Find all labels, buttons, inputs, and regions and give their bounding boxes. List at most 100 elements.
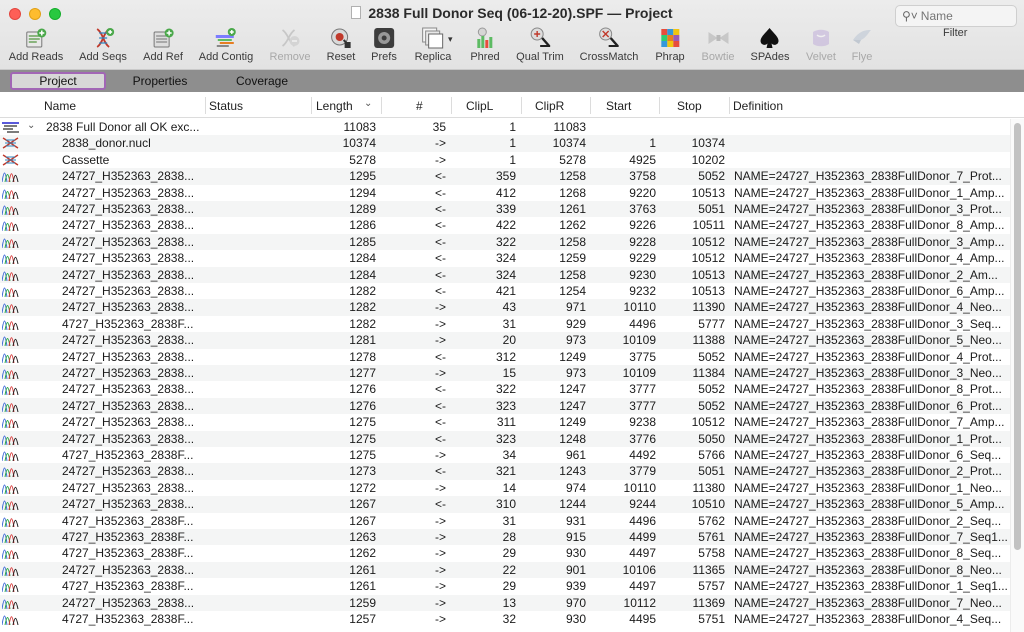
table-row[interactable]: 24727_H352363_2838... 1282 -> 43 971 10110 113… bbox=[0, 299, 1010, 316]
table-row[interactable]: 24727_H352363_2838... 1267 <- 310 1244 9244 10… bbox=[0, 496, 1010, 513]
bowtie-icon bbox=[706, 26, 730, 50]
flye-button[interactable]: Flye bbox=[850, 26, 874, 63]
table-row[interactable]: 24727_H352363_2838... 1284 <- 324 1258 9230 10… bbox=[0, 266, 1010, 283]
cell-length: 5278 bbox=[349, 152, 376, 167]
velvet-button[interactable]: Velvet bbox=[806, 26, 836, 63]
table-row[interactable]: 24727_H352363_2838... 1285 <- 322 1258 9228 10… bbox=[0, 233, 1010, 251]
column-header-status[interactable]: Status bbox=[209, 99, 243, 113]
table-row[interactable]: 24727_H352363_2838... 1276 <- 323 1247 3777 50… bbox=[0, 397, 1010, 415]
chevron-down-icon[interactable]: ⌄ bbox=[364, 98, 372, 109]
table-row[interactable]: 4727_H352363_2838F... 1267 -> 31 931 4496 5762… bbox=[0, 513, 1010, 529]
search-input[interactable] bbox=[920, 9, 1006, 23]
table-row[interactable]: 24727_H352363_2838... 1275 <- 323 1248 3776 50… bbox=[0, 430, 1010, 447]
cell-start: 4497 bbox=[629, 546, 656, 561]
replica-dropdown-icon[interactable]: ▾ bbox=[448, 34, 453, 45]
column-header-stop[interactable]: Stop bbox=[677, 99, 702, 113]
scrollbar-thumb[interactable] bbox=[1014, 123, 1021, 550]
table-row[interactable]: 24727_H352363_2838... 1281 -> 20 973 10109 113… bbox=[0, 332, 1010, 349]
chromatogram-icon bbox=[1, 416, 19, 429]
column-header-start[interactable]: Start bbox=[606, 99, 631, 113]
add-contig-button[interactable]: Add Contig bbox=[199, 26, 253, 63]
table-row[interactable]: 2838_donor.nucl 10374 -> 1 10374 1 10374 bbox=[0, 135, 1010, 152]
add-reads-icon bbox=[24, 26, 48, 50]
toolbar-button-label: Bowtie bbox=[701, 51, 735, 63]
column-divider[interactable] bbox=[590, 97, 591, 114]
disclosure-chevron-icon[interactable]: ⌄ bbox=[27, 120, 35, 131]
table-row[interactable]: 24727_H352363_2838... 1273 <- 321 1243 3779 50… bbox=[0, 463, 1010, 480]
replica-button[interactable]: Replica bbox=[415, 26, 451, 63]
table-row[interactable]: 24727_H352363_2838... 1286 <- 422 1262 9226 10… bbox=[0, 217, 1010, 233]
table-row[interactable]: 24727_H352363_2838... 1284 <- 324 1259 9229 10… bbox=[0, 250, 1010, 266]
table-row[interactable]: 4727_H352363_2838F... 1257 -> 32 930 4495 5751… bbox=[0, 611, 1010, 627]
tab-properties[interactable]: Properties bbox=[112, 72, 208, 90]
table-row[interactable]: 24727_H352363_2838... 1289 <- 339 1261 3763 50… bbox=[0, 201, 1010, 218]
add-ref-button[interactable]: Add Ref bbox=[143, 26, 183, 63]
crossmatch-button[interactable]: CrossMatch bbox=[580, 26, 638, 63]
table-row[interactable]: 24727_H352363_2838... 1294 <- 412 1268 9220 10… bbox=[0, 185, 1010, 201]
reset-button[interactable]: Reset bbox=[327, 26, 355, 63]
project-table[interactable]: ⌄ 2838 Full Donor all OK exc... 11083 35 1 11… bbox=[0, 119, 1010, 632]
table-row[interactable]: ⌄ 2838 Full Donor all OK exc... 11083 35 1 11… bbox=[0, 119, 1010, 135]
table-row[interactable]: 24727_H352363_2838... 1277 -> 15 973 10109 113… bbox=[0, 365, 1010, 382]
column-header-name[interactable]: Name bbox=[44, 99, 76, 113]
table-row[interactable]: 4727_H352363_2838F... 1282 -> 31 929 4496 5777… bbox=[0, 316, 1010, 332]
cell-name: 24727_H352363_2838... bbox=[62, 595, 195, 610]
table-row[interactable]: 4727_H352363_2838F... 1262 -> 29 930 4497 5758… bbox=[0, 545, 1010, 561]
table-row[interactable]: 24727_H352363_2838... 1295 <- 359 1258 3758 50… bbox=[0, 168, 1010, 185]
cell-start: 10106 bbox=[622, 562, 656, 577]
prefs-button[interactable]: Prefs bbox=[371, 26, 397, 63]
table-row[interactable]: 24727_H352363_2838... 1278 <- 312 1249 3775 50… bbox=[0, 349, 1010, 365]
cell-name: 4727_H352363_2838F... bbox=[62, 448, 194, 462]
table-row[interactable]: Cassette 5278 -> 1 5278 4925 10202 bbox=[0, 152, 1010, 168]
cell-name: 24727_H352363_2838... bbox=[62, 415, 195, 430]
phrap-button[interactable]: Phrap bbox=[655, 26, 685, 63]
velvet-icon bbox=[809, 26, 833, 50]
column-header-definition[interactable]: Definition bbox=[733, 99, 783, 113]
spades-button[interactable]: SPAdes bbox=[751, 26, 789, 63]
column-divider[interactable] bbox=[205, 97, 206, 114]
search-field[interactable]: ⚲˅ bbox=[895, 5, 1017, 27]
bowtie-button[interactable]: Bowtie bbox=[701, 26, 735, 63]
table-row[interactable]: 24727_H352363_2838... 1272 -> 14 974 10110 113… bbox=[0, 480, 1010, 496]
column-header-length[interactable]: Length bbox=[316, 99, 353, 113]
chromatogram-icon bbox=[1, 465, 19, 478]
table-row[interactable]: 4727_H352363_2838F... 1275 -> 34 961 4492 5766… bbox=[0, 447, 1010, 463]
remove-button[interactable]: Remove bbox=[270, 26, 310, 63]
column-divider[interactable] bbox=[659, 97, 660, 114]
qual-trim-button[interactable]: Qual Trim bbox=[516, 26, 564, 63]
column-header-clipl[interactable]: ClipL bbox=[466, 99, 493, 113]
column-divider[interactable] bbox=[381, 97, 382, 114]
add-seqs-button[interactable]: Add Seqs bbox=[79, 26, 127, 63]
table-row[interactable]: 24727_H352363_2838... 1276 <- 322 1247 3777 50… bbox=[0, 381, 1010, 397]
cell-clipr: 929 bbox=[565, 316, 586, 331]
column-divider[interactable] bbox=[521, 97, 522, 114]
table-row[interactable]: 4727_H352363_2838F... 1261 -> 29 939 4497 5757… bbox=[0, 578, 1010, 594]
toolbar-button-label: Add Reads bbox=[8, 51, 64, 63]
table-row[interactable]: 24727_H352363_2838... 1282 <- 421 1254 9232 10… bbox=[0, 283, 1010, 299]
column-divider[interactable] bbox=[451, 97, 452, 114]
table-row[interactable]: 24727_H352363_2838... 1259 -> 13 970 10112 113… bbox=[0, 594, 1010, 611]
cell-stop: 5052 bbox=[698, 169, 725, 184]
add-reads-button[interactable]: Add Reads bbox=[9, 26, 63, 63]
column-header-count[interactable]: # bbox=[416, 99, 423, 113]
tab-project[interactable]: Project bbox=[10, 72, 106, 90]
cell-start: 4499 bbox=[629, 530, 656, 544]
cell-definition: NAME=24727_H352363_2838FullDonor_6_Amp..… bbox=[734, 284, 1005, 298]
phred-button[interactable]: Phred bbox=[470, 26, 500, 63]
cell-definition: NAME=24727_H352363_2838FullDonor_7_Neo..… bbox=[734, 595, 1002, 610]
cell-clipr: 930 bbox=[565, 612, 586, 626]
cell-clipl: 321 bbox=[495, 464, 516, 479]
toolbar-button-label: Flye bbox=[851, 51, 873, 63]
cell-definition: NAME=24727_H352363_2838FullDonor_4_Neo..… bbox=[734, 300, 1002, 315]
table-row[interactable]: 24727_H352363_2838... 1275 <- 311 1249 9238 10… bbox=[0, 414, 1010, 430]
tab-coverage[interactable]: Coverage bbox=[214, 72, 310, 90]
toolbar-button-label: Phred bbox=[470, 51, 500, 63]
column-divider[interactable] bbox=[311, 97, 312, 114]
cell-start: 10110 bbox=[623, 300, 656, 315]
vertical-scrollbar[interactable] bbox=[1010, 119, 1024, 632]
column-header-clipr[interactable]: ClipR bbox=[535, 99, 564, 113]
table-row[interactable]: 4727_H352363_2838F... 1263 -> 28 915 4499 5761… bbox=[0, 529, 1010, 546]
column-divider[interactable] bbox=[729, 97, 730, 114]
table-row[interactable]: 24727_H352363_2838... 1261 -> 22 901 10106 113… bbox=[0, 561, 1010, 579]
cell-start: 9238 bbox=[629, 415, 656, 430]
